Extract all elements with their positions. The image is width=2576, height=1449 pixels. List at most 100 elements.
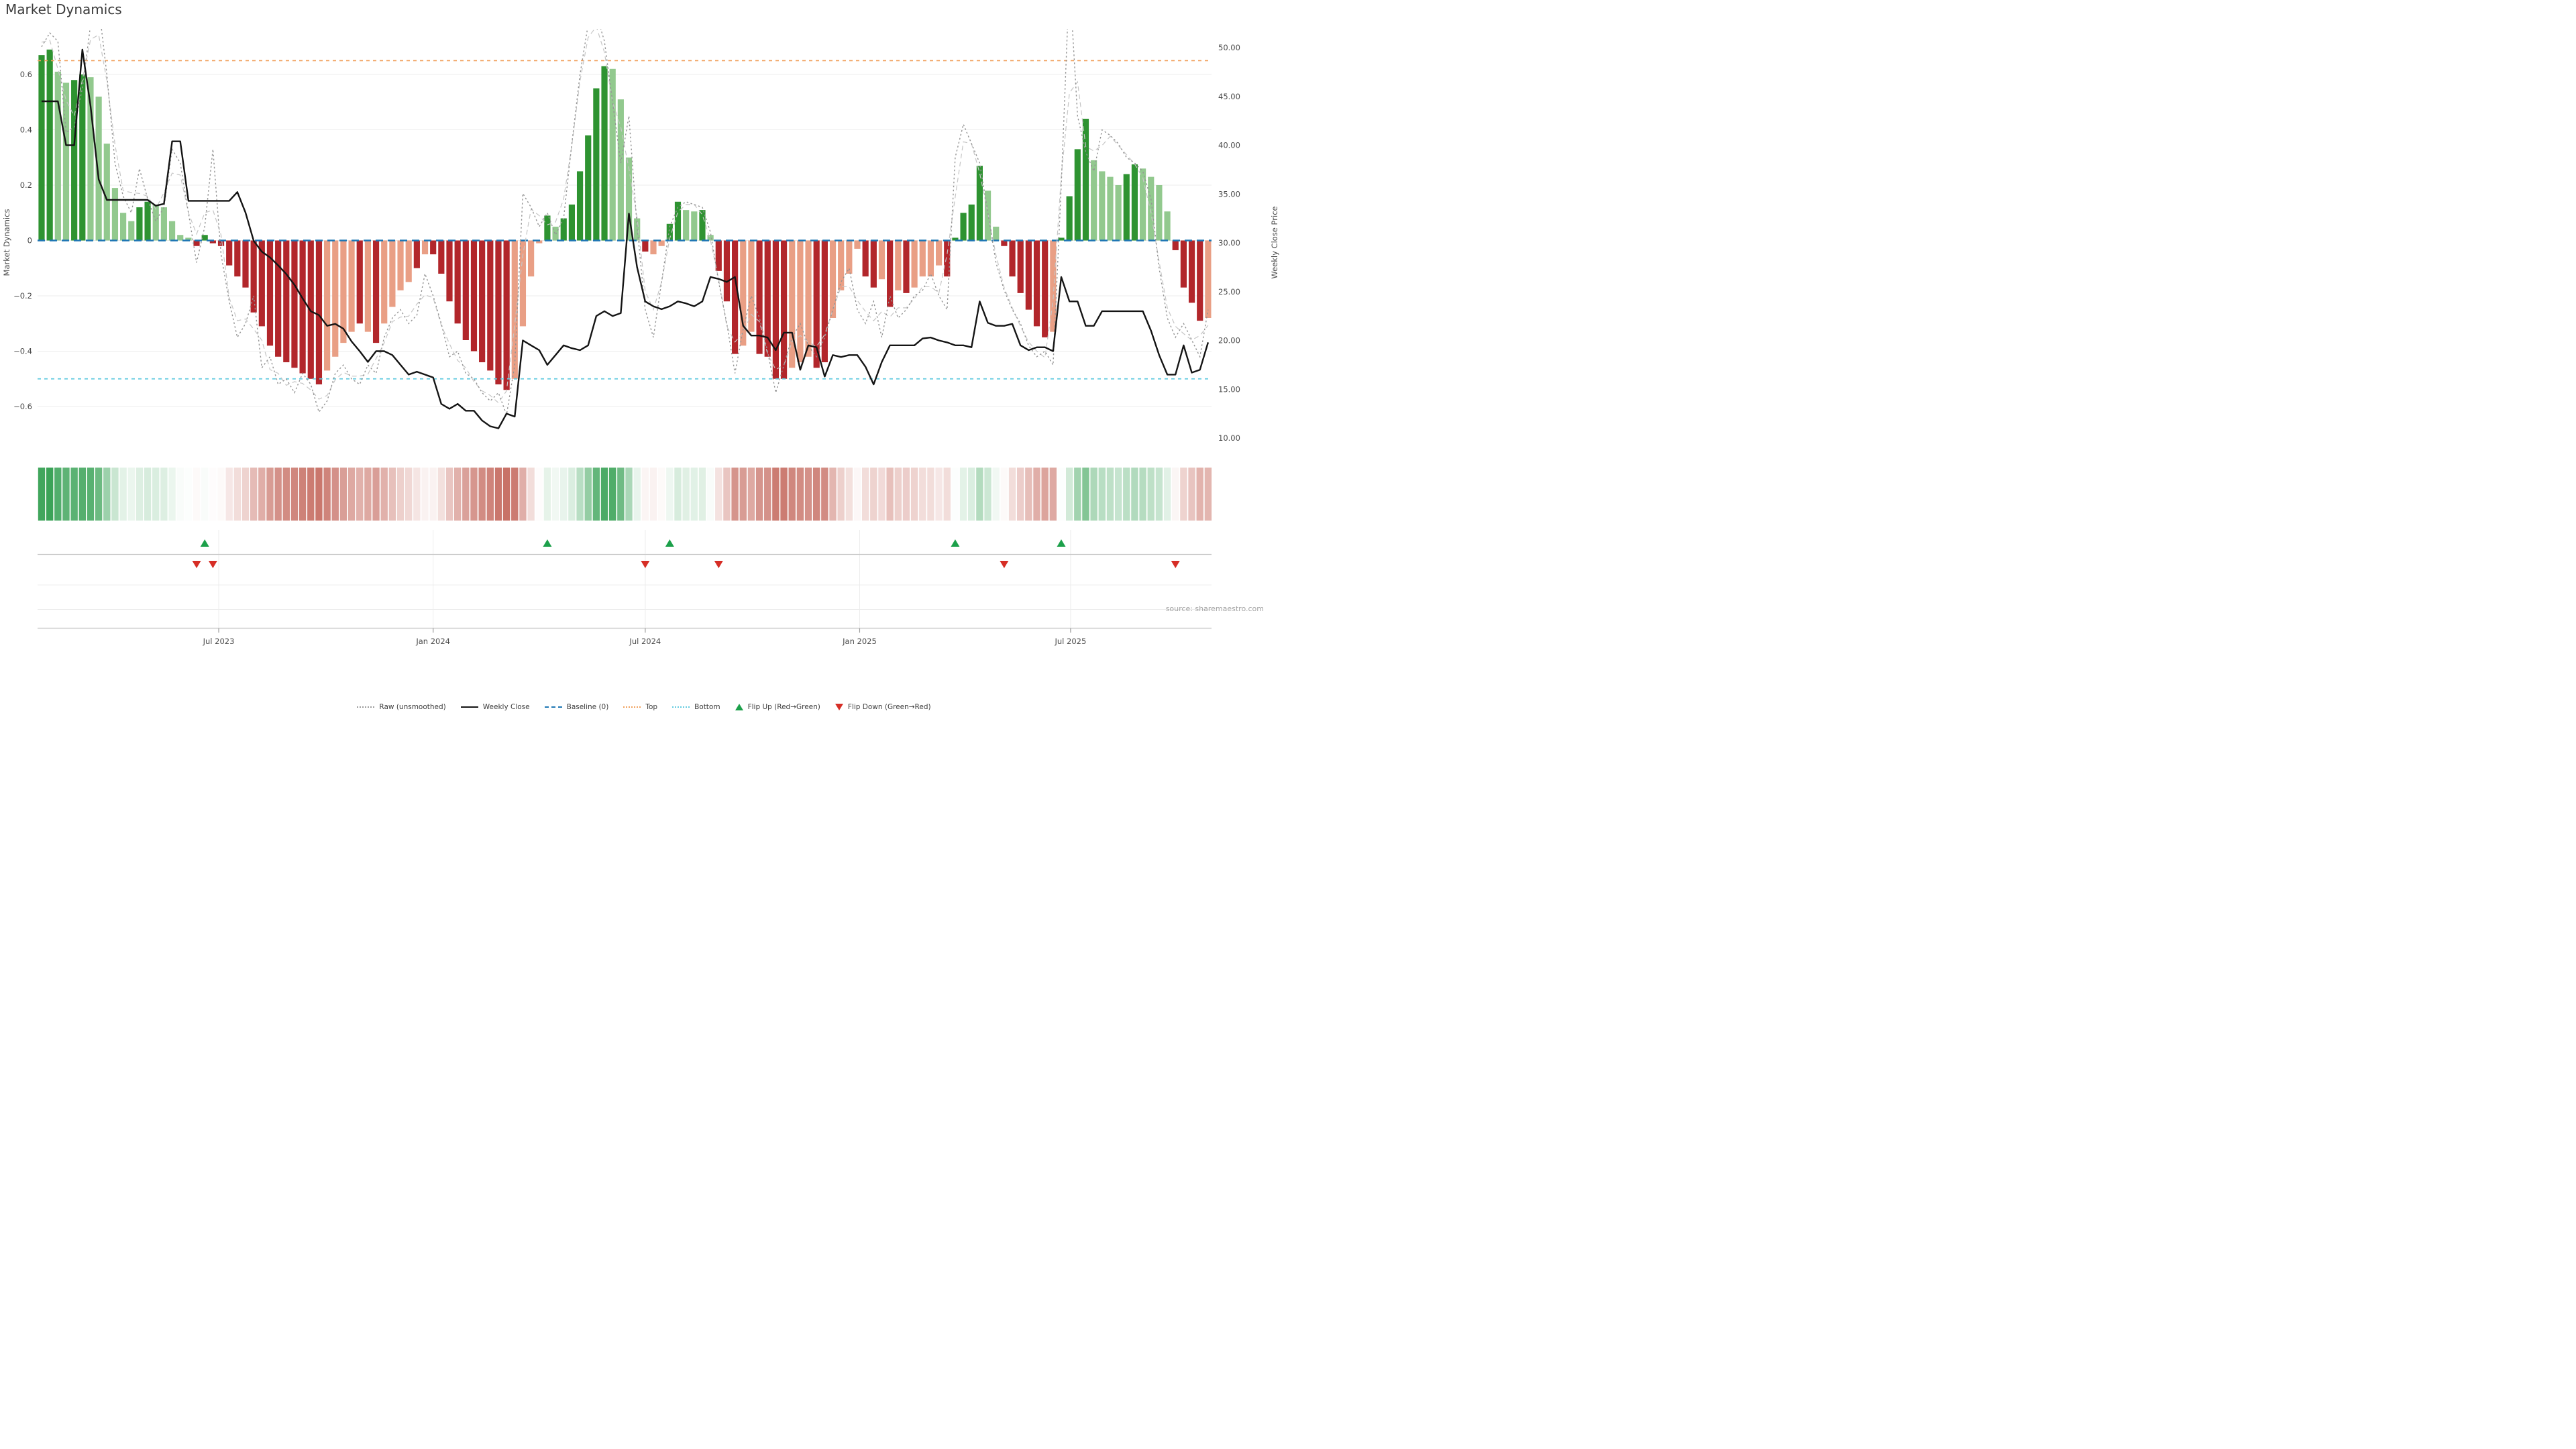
strip-cell[interactable] bbox=[332, 468, 339, 521]
dynamics-bar[interactable] bbox=[226, 241, 232, 266]
dynamics-bar[interactable] bbox=[977, 166, 983, 240]
dynamics-bar[interactable] bbox=[495, 241, 501, 385]
strip-cell[interactable] bbox=[478, 468, 485, 521]
strip-cell[interactable] bbox=[748, 468, 755, 521]
strip-cell[interactable] bbox=[1205, 468, 1212, 521]
legend-item-3[interactable]: Top bbox=[623, 703, 657, 711]
dynamics-bar[interactable] bbox=[1156, 185, 1162, 241]
dynamics-bar[interactable] bbox=[781, 241, 787, 379]
dynamics-bar[interactable] bbox=[463, 241, 469, 341]
dynamics-bar[interactable] bbox=[650, 241, 656, 255]
dynamics-bar[interactable] bbox=[112, 188, 118, 240]
strip-cell[interactable] bbox=[527, 468, 534, 521]
market-dynamics-chart[interactable]: 0.60.40.20−0.2−0.4−0.6Market Dynamics50.… bbox=[0, 0, 1288, 684]
dynamics-bar[interactable] bbox=[544, 215, 550, 240]
strip-cell[interactable] bbox=[144, 468, 151, 521]
dynamics-bar[interactable] bbox=[1083, 119, 1089, 241]
strip-cell[interactable] bbox=[250, 468, 257, 521]
strip-cell[interactable] bbox=[1090, 468, 1097, 521]
strip-cell[interactable] bbox=[356, 468, 363, 521]
strip-cell[interactable] bbox=[348, 468, 355, 521]
flip-up-marker[interactable] bbox=[951, 539, 959, 547]
strip-cell[interactable] bbox=[633, 468, 640, 521]
strip-cell[interactable] bbox=[438, 468, 445, 521]
strip-cell[interactable] bbox=[927, 468, 934, 521]
dynamics-bar[interactable] bbox=[577, 171, 583, 240]
dynamics-bar[interactable] bbox=[936, 241, 942, 266]
dynamics-bar[interactable] bbox=[724, 241, 730, 302]
dynamics-bar[interactable] bbox=[1173, 241, 1179, 250]
dynamics-bar[interactable] bbox=[1018, 241, 1024, 293]
strip-cell[interactable] bbox=[291, 468, 298, 521]
dynamics-bar[interactable] bbox=[1189, 241, 1195, 303]
strip-cell[interactable] bbox=[772, 468, 779, 521]
strip-cell[interactable] bbox=[837, 468, 844, 521]
dynamics-bar[interactable] bbox=[47, 50, 53, 241]
strip-cell[interactable] bbox=[1082, 468, 1089, 521]
strip-cell[interactable] bbox=[209, 468, 216, 521]
dynamics-bar[interactable] bbox=[610, 69, 616, 241]
strip-cell[interactable] bbox=[756, 468, 763, 521]
flip-down-marker[interactable] bbox=[714, 561, 723, 568]
strip-cell[interactable] bbox=[470, 468, 477, 521]
dynamics-bar[interactable] bbox=[193, 241, 199, 246]
strip-cell[interactable] bbox=[593, 468, 600, 521]
strip-cell[interactable] bbox=[560, 468, 567, 521]
dynamics-bar[interactable] bbox=[177, 235, 183, 240]
dynamics-bar[interactable] bbox=[96, 97, 102, 241]
dynamics-bar[interactable] bbox=[1116, 185, 1122, 241]
intensity-strip[interactable] bbox=[38, 468, 1212, 521]
strip-cell[interactable] bbox=[381, 468, 388, 521]
strip-cell[interactable] bbox=[658, 468, 665, 521]
strip-cell[interactable] bbox=[1066, 468, 1073, 521]
dynamics-bar[interactable] bbox=[871, 241, 877, 288]
strip-cell[interactable] bbox=[691, 468, 698, 521]
dynamics-bar[interactable] bbox=[455, 241, 461, 324]
strip-cell[interactable] bbox=[601, 468, 608, 521]
strip-cell[interactable] bbox=[413, 468, 420, 521]
dynamics-bar[interactable] bbox=[308, 241, 314, 379]
strip-cell[interactable] bbox=[193, 468, 200, 521]
strip-cell[interactable] bbox=[576, 468, 583, 521]
strip-cell[interactable] bbox=[136, 468, 143, 521]
strip-cell[interactable] bbox=[568, 468, 575, 521]
flip-down-marker[interactable] bbox=[209, 561, 217, 568]
strip-cell[interactable] bbox=[699, 468, 706, 521]
strip-cell[interactable] bbox=[397, 468, 404, 521]
legend-item-2[interactable]: Baseline (0) bbox=[545, 703, 609, 711]
dynamics-bar[interactable] bbox=[406, 241, 412, 282]
dynamics-bar[interactable] bbox=[830, 241, 836, 319]
strip-cell[interactable] bbox=[536, 468, 543, 521]
dynamics-bar[interactable] bbox=[1205, 241, 1211, 319]
strip-cell[interactable] bbox=[462, 468, 469, 521]
strip-cell[interactable] bbox=[1050, 468, 1057, 521]
dynamics-bar[interactable] bbox=[1132, 164, 1138, 240]
strip-cell[interactable] bbox=[911, 468, 918, 521]
strip-cell[interactable] bbox=[111, 468, 118, 521]
strip-cell[interactable] bbox=[805, 468, 812, 521]
strip-cell[interactable] bbox=[340, 468, 347, 521]
dynamics-bar[interactable] bbox=[1124, 174, 1130, 241]
dynamics-bar[interactable] bbox=[128, 221, 134, 241]
strip-cell[interactable] bbox=[372, 468, 379, 521]
dynamics-bar[interactable] bbox=[773, 241, 779, 379]
strip-cell[interactable] bbox=[128, 468, 135, 521]
strip-cell[interactable] bbox=[862, 468, 869, 521]
strip-cell[interactable] bbox=[617, 468, 624, 521]
dynamics-bar[interactable] bbox=[561, 219, 567, 241]
strip-cell[interactable] bbox=[225, 468, 232, 521]
dynamics-bar[interactable] bbox=[71, 80, 77, 240]
strip-cell[interactable] bbox=[1180, 468, 1187, 521]
flip-up-marker[interactable] bbox=[665, 539, 674, 547]
strip-cell[interactable] bbox=[1041, 468, 1048, 521]
dynamics-bar[interactable] bbox=[471, 241, 477, 352]
strip-cell[interactable] bbox=[454, 468, 461, 521]
strip-cell[interactable] bbox=[152, 468, 159, 521]
dynamics-bar[interactable] bbox=[365, 241, 371, 332]
strip-cell[interactable] bbox=[487, 468, 494, 521]
strip-cell[interactable] bbox=[429, 468, 436, 521]
dynamics-bar[interactable] bbox=[912, 241, 918, 288]
strip-cell[interactable] bbox=[70, 468, 77, 521]
dynamics-bar[interactable] bbox=[430, 241, 436, 255]
strip-cell[interactable] bbox=[919, 468, 926, 521]
